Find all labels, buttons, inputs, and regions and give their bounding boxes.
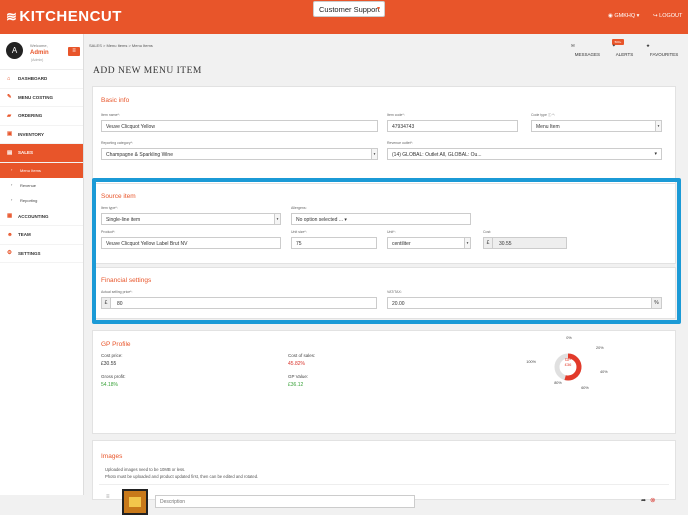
code-type-label: Code type ⓘ *: (531, 113, 555, 117)
cost-price-value: £30.55 (101, 361, 117, 367)
customer-support-dropdown[interactable]: Customer Support ▾ (313, 1, 385, 17)
reporting-category-select[interactable]: Champagne & Sparkling Wine ▾ (101, 148, 378, 160)
sidebar-item-menu-costing[interactable]: ✎ MENU COSTING (0, 89, 83, 107)
sidebar-item-team[interactable]: ☻ TEAM (0, 226, 83, 245)
avatar[interactable]: A (6, 42, 23, 59)
logout-link[interactable]: ↪ LOGOUT (653, 13, 682, 19)
user-panel: A Welcome, Admin (Admin) ≡ (0, 34, 83, 70)
item-code-input[interactable]: 47934743 (387, 120, 518, 132)
basic-info-title: Basic info (101, 97, 130, 104)
image-row: ≡ ➦ ⊗ (99, 484, 669, 515)
product-thumbnail[interactable] (122, 489, 148, 515)
gauge-gp-value: £36 (565, 362, 572, 367)
item-code-label: Item code*: (387, 113, 405, 117)
page-title: ADD NEW MENU ITEM (93, 66, 202, 76)
gauge-tick: 60% (581, 386, 589, 390)
code-type-select[interactable]: Menu Item ▾ (531, 120, 662, 132)
users-icon: ☻ (7, 231, 13, 238)
select-caret-icon: ▾ (371, 149, 377, 159)
sidebar-item-dashboard[interactable]: ⌂ DASHBOARD (0, 70, 83, 89)
images-note-size: Uploaded images need to be 10MB or less. (105, 467, 186, 472)
truck-icon: ▰ (7, 112, 12, 119)
alerts-link[interactable]: ✦ ALERTS (612, 43, 633, 57)
messages-link[interactable]: ✉ MESSAGES (571, 43, 600, 57)
sidebar-item-settings[interactable]: ⚙ SETTINGS (0, 245, 83, 263)
cost-of-sales-label: Cost of sales: (288, 353, 316, 358)
gp-value-value: £36.12 (288, 382, 304, 388)
gauge-tick: 40% (600, 370, 608, 374)
gp-value-label: GP Value: (288, 374, 309, 379)
highlight-frame (92, 178, 681, 324)
item-name-label: Item name*: (101, 113, 120, 117)
welcome-text: Welcome, (30, 43, 48, 48)
sidebar-sub-reporting[interactable]: › Reporting (0, 193, 83, 208)
org-switcher[interactable]: ◉ GMKHQ ▾ (608, 13, 639, 19)
item-name-input[interactable]: Veuve Clicquot Yellow (101, 120, 378, 132)
cash-icon: ▤ (7, 149, 13, 156)
images-panel: Images Uploaded images need to be 10MB o… (92, 440, 676, 515)
sidebar: A Welcome, Admin (Admin) ≡ ⌂ DASHBOARD ✎ M… (0, 34, 84, 495)
gross-profit-value: 54.18% (101, 382, 118, 388)
dashboard-icon: ⌂ (7, 75, 11, 82)
user-name: Admin (30, 50, 49, 56)
chevron-down-icon: ▾ (654, 151, 657, 157)
share-icon[interactable]: ➦ (641, 497, 646, 504)
sidebar-sub-revenue[interactable]: › Revenue (0, 178, 83, 193)
gauge-tick: 100% (526, 360, 536, 364)
top-bar: ≋ KITCHENCUT Customer Support ▾ ◉ GMKHQ ▾ … (0, 0, 688, 34)
select-caret-icon: ▾ (655, 121, 661, 131)
arrow-icon: › (11, 197, 13, 202)
sidebar-item-inventory[interactable]: ▣ INVENTORY (0, 126, 83, 144)
revenue-outlet-select[interactable]: (14) GLOBAL: Outlet All, GLOBAL: Ou... ▾ (387, 148, 662, 160)
menu-toggle-button[interactable]: ≡ (68, 47, 80, 56)
gp-gauge: GP £36 0% 20% 40% 60% 80% 100% (526, 336, 608, 390)
user-role: (Admin) (31, 58, 44, 62)
pencil-icon: ✎ (7, 94, 12, 100)
logo-icon: ≋ (6, 9, 18, 24)
cost-of-sales-value: 45.82% (288, 361, 305, 367)
gear-icon: ⚙ (7, 250, 12, 256)
sidebar-item-ordering[interactable]: ▰ ORDERING (0, 107, 83, 126)
gauge-tick: 0% (566, 336, 572, 340)
gp-profile-panel: GP Profile Cost price: £30.55 Cost of sa… (92, 330, 676, 434)
gross-profit-label: Gross profit: (101, 374, 126, 379)
remove-icon[interactable]: ⊗ (650, 496, 655, 504)
gp-profile-title: GP Profile (101, 341, 131, 348)
label-graphic (129, 497, 141, 507)
gauge-tick: 80% (554, 381, 562, 385)
main-content: SALES > Menu Items > Menu Items ✉ MESSAG… (85, 34, 688, 515)
gauge-tick: 20% (596, 346, 604, 350)
cost-price-label: Cost price: (101, 353, 123, 358)
arrow-icon: › (11, 167, 13, 172)
sidebar-item-sales[interactable]: ▤ SALES (0, 144, 83, 163)
images-title: Images (101, 453, 123, 460)
arrow-icon: › (11, 182, 13, 187)
reporting-category-label: Reporting category*: (101, 141, 133, 145)
revenue-outlet-label: Revenue outlet*: (387, 141, 413, 145)
chevron-down-icon: ▾ (376, 6, 380, 12)
calculator-icon: ▦ (7, 213, 13, 219)
sidebar-sub-menu-items[interactable]: › Menu Items (0, 162, 83, 178)
images-note-upload: Photo must be uploaded and product updat… (105, 474, 259, 479)
sidebar-item-accounting[interactable]: ▦ ACCOUNTING (0, 208, 83, 226)
favourites-link[interactable]: ★ FAVOURITES (646, 43, 678, 57)
logo[interactable]: ≋ KITCHENCUT (6, 8, 122, 25)
breadcrumb[interactable]: SALES > Menu Items > Menu Items (89, 43, 153, 48)
image-description-input[interactable] (155, 495, 415, 508)
box-icon: ▣ (7, 131, 13, 137)
